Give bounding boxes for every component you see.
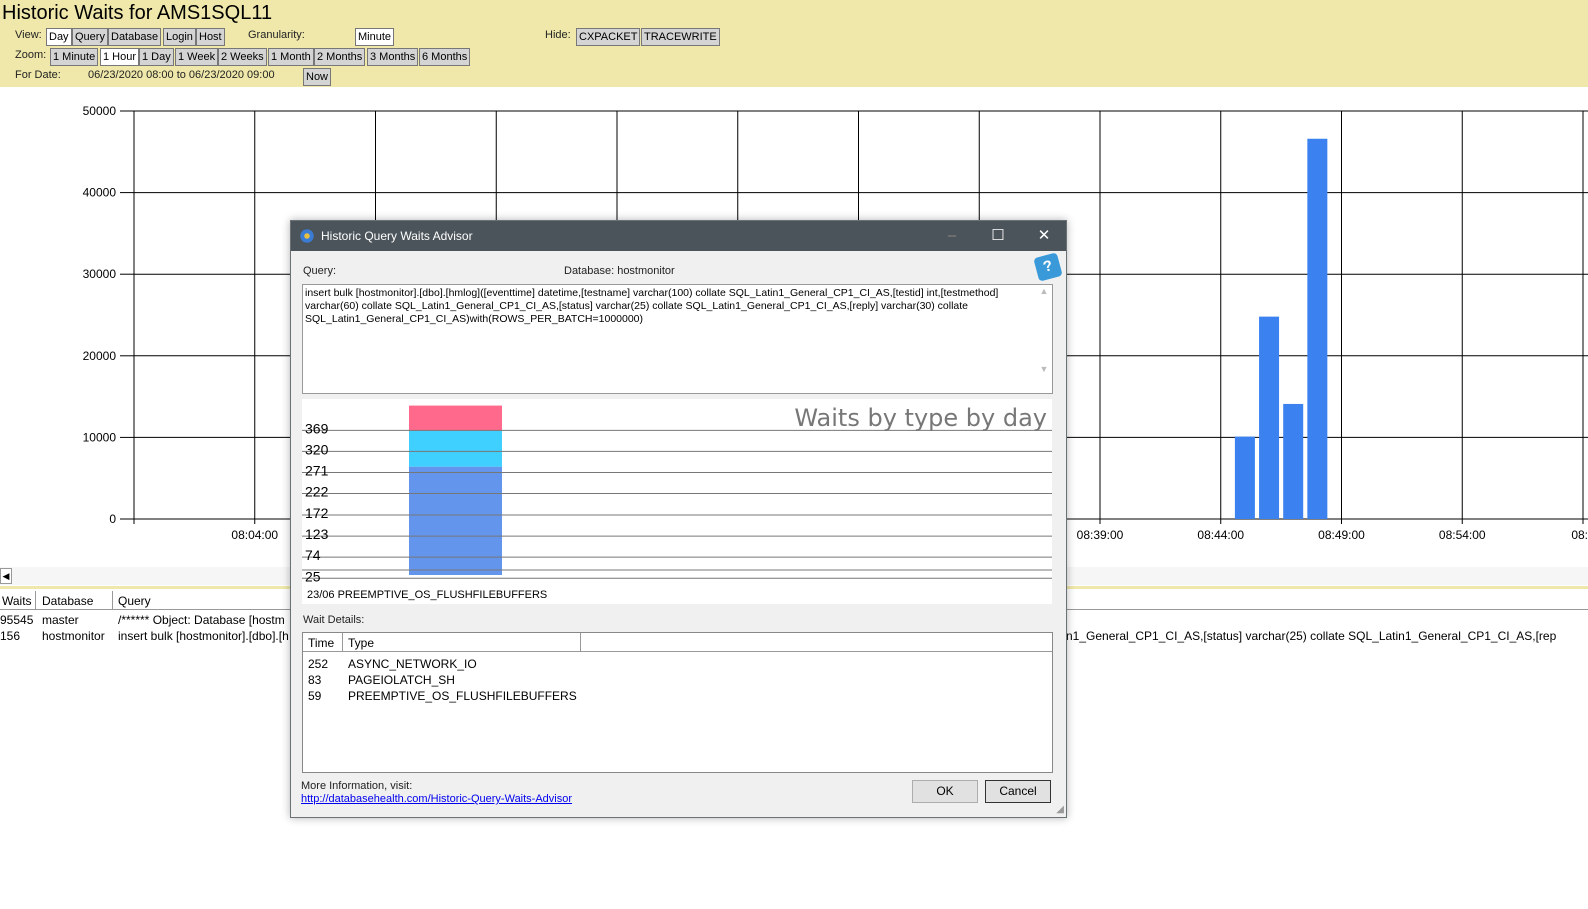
view-button-query[interactable]: Query [72,28,108,46]
app-icon [300,229,314,243]
time-cell: 59 [308,689,322,703]
type-cell: ASYNC_NETWORK_IO [348,657,477,671]
bar [1259,316,1280,519]
column-header-empty [581,633,1052,652]
stacked-bar-segment [409,405,502,431]
y-tick-label: 20000 [83,349,117,363]
query-cell: insert bulk [hostmonitor].[dbo].[h [118,629,289,643]
x-tick-label: 08:39:00 [1077,528,1124,542]
header-panel: Historic Waits for AMS1SQL11 View: Day Qu… [0,0,1588,87]
query-label: Query: [303,265,337,277]
wait-details-list: Time Type 252 ASYNC_NETWORK_IO 83 PAGEIOLAT… [302,632,1053,773]
waits-cell: 95545 [0,613,34,627]
column-header-database[interactable]: Database [36,591,113,610]
query-cell-continued: n1_General_CP1_CI_AS,[status] varchar(25… [1066,629,1557,643]
y-tick-label: 25 [305,568,321,584]
zoom-button-1-month[interactable]: 1 Month [268,48,314,66]
y-tick-label: 74 [305,547,321,563]
column-header-time[interactable]: Time [303,633,343,652]
zoom-button-3-months[interactable]: 3 Months [367,48,419,66]
date-range: 06/23/2020 08:00 to 06/23/2020 09:00 [88,69,275,81]
hide-label: Hide: [545,29,571,41]
list-item[interactable]: 252 ASYNC_NETWORK_IO [308,657,1048,671]
y-tick-label: 50000 [83,104,117,118]
hide-button-cxpacket[interactable]: CXPACKET [576,28,641,46]
list-item[interactable]: 59 PREEMPTIVE_OS_FLUSHFILEBUFFERS [308,689,1048,703]
chart-title: Waits by type by day [794,404,1047,432]
zoom-button-2-weeks[interactable]: 2 Weeks [218,48,267,66]
query-textarea[interactable]: insert bulk [hostmonitor].[dbo].[hmlog](… [302,284,1053,394]
list-item[interactable]: 83 PAGEIOLATCH_SH [308,673,1048,687]
zoom-label: Zoom: [15,49,47,61]
column-header-waits[interactable]: Waits [0,591,36,610]
ok-button[interactable]: OK [912,780,978,803]
zoom-button-1-hour[interactable]: 1 Hour [100,48,140,66]
time-cell: 252 [308,657,329,671]
database-label: Database: hostmonitor [564,265,675,277]
y-tick-label: 10000 [83,430,117,444]
database-cell: master [42,613,79,627]
view-button-database[interactable]: Database [108,28,162,46]
waits-by-type-chart: 25 74 123 172 222 271 320 369 Waits by type by d… [302,399,1052,604]
view-button-host[interactable]: Host [196,28,225,46]
zoom-button-1-week[interactable]: 1 Week [175,48,219,66]
y-tick-label: 123 [305,526,329,542]
view-button-login[interactable]: Login [163,28,196,46]
database-cell: hostmonitor [42,629,105,643]
help-icon[interactable]: ? [1033,252,1063,282]
type-cell: PAGEIOLATCH_SH [348,673,455,687]
zoom-button-1-minute[interactable]: 1 Minute [50,48,99,66]
zoom-button-2-months[interactable]: 2 Months [314,48,366,66]
y-tick-label: 30000 [83,267,117,281]
type-cell: PREEMPTIVE_OS_FLUSHFILEBUFFERS [348,689,577,703]
maximize-icon[interactable]: ☐ [975,221,1021,251]
close-icon[interactable]: ✕ [1021,221,1067,251]
y-tick-label: 320 [305,441,329,457]
advisor-dialog: Historic Query Waits Advisor – ☐ ✕ Query… [290,220,1067,818]
minimize-icon[interactable]: – [929,221,975,251]
stacked-bar-segment [409,466,502,575]
cancel-button[interactable]: Cancel [985,780,1051,803]
stacked-bar-segment [409,430,502,467]
hide-button-tracewrite[interactable]: TRACEWRITE [641,28,720,46]
x-tick-label: 08:04:00 [231,528,278,542]
y-tick-label: 271 [305,462,329,478]
dialog-title: Historic Query Waits Advisor [321,229,473,243]
x-tick-label: 08:5 [1571,528,1588,542]
y-tick-label: 369 [305,420,329,436]
y-tick-label: 222 [305,484,329,500]
zoom-button-6-months[interactable]: 6 Months [419,48,471,66]
bar [1307,138,1328,519]
date-label: For Date: [15,69,61,81]
y-tick-label: 0 [109,512,116,526]
view-button-day[interactable]: Day [46,28,72,46]
vertical-scrollbar[interactable]: ▲ ▼ [1036,285,1052,393]
column-header-type[interactable]: Type [343,633,581,652]
bar [1283,403,1304,519]
zoom-button-1-day[interactable]: 1 Day [139,48,174,66]
x-tick-label: 08:54:00 [1439,528,1486,542]
x-tick-label: 08:49:00 [1318,528,1365,542]
time-cell: 83 [308,673,322,687]
bar [1234,436,1255,519]
chart-caption: 23/06 PREEMPTIVE_OS_FLUSHFILEBUFFERS [307,589,547,601]
page-title: Historic Waits for AMS1SQL11 [2,2,273,24]
scroll-left-icon[interactable]: ◀ [0,568,12,584]
dialog-titlebar[interactable]: Historic Query Waits Advisor – ☐ ✕ [291,221,1066,251]
waits-cell: 156 [0,629,21,643]
query-cell: /****** Object: Database [hostm [118,613,285,627]
more-info-link[interactable]: http://databasehealth.com/Historic-Query… [301,793,572,805]
wait-details-label: Wait Details: [303,614,365,626]
more-info-label: More Information, visit: [301,780,413,792]
y-tick-label: 40000 [83,186,117,200]
granularity-select[interactable]: Minute [355,28,395,46]
view-label: View: [15,29,42,41]
query-text: insert bulk [hostmonitor].[dbo].[hmlog](… [305,287,999,325]
granularity-label: Granularity: [248,29,305,41]
now-button[interactable]: Now [303,68,332,86]
resize-grip-icon[interactable]: ◢ [1056,804,1064,815]
x-tick-label: 08:44:00 [1197,528,1244,542]
y-tick-label: 172 [305,505,329,521]
